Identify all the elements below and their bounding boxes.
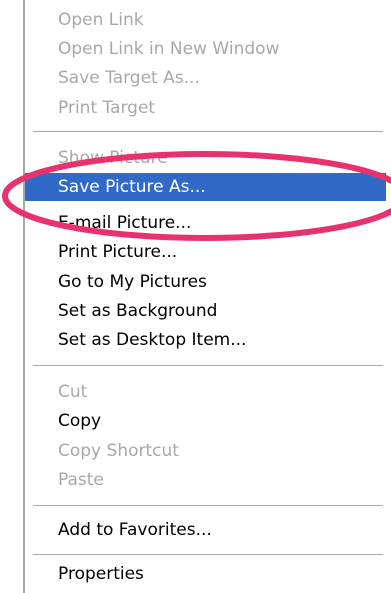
- menu-item-save-picture-as[interactable]: Save Picture As...: [25, 173, 386, 201]
- menu-item-open-link[interactable]: Open Link: [25, 6, 391, 34]
- menu-item-set-as-desktop-item[interactable]: Set as Desktop Item...: [25, 326, 391, 354]
- menu-item-paste[interactable]: Paste: [25, 466, 391, 494]
- menu-item-properties[interactable]: Properties: [25, 560, 391, 588]
- menu-item-print-target[interactable]: Print Target: [25, 94, 391, 122]
- menu-item-copy[interactable]: Copy: [25, 407, 391, 435]
- menu-item-open-link-new-window[interactable]: Open Link in New Window: [25, 35, 391, 63]
- menu-separator: [33, 131, 383, 133]
- menu-item-save-target-as[interactable]: Save Target As...: [25, 64, 391, 92]
- menu-separator: [33, 365, 383, 367]
- menu-item-set-as-background[interactable]: Set as Background: [25, 297, 391, 325]
- menu-item-copy-shortcut[interactable]: Copy Shortcut: [25, 437, 391, 465]
- menu-item-email-picture[interactable]: E-mail Picture...: [25, 209, 391, 237]
- menu-item-print-picture[interactable]: Print Picture...: [25, 238, 391, 266]
- menu-separator: [33, 505, 383, 507]
- menu-item-go-to-my-pictures[interactable]: Go to My Pictures: [25, 268, 391, 296]
- menu-item-add-to-favorites[interactable]: Add to Favorites...: [25, 516, 391, 544]
- menu-item-cut[interactable]: Cut: [25, 378, 391, 406]
- menu-item-show-picture[interactable]: Show Picture: [25, 144, 391, 172]
- context-menu: Open Link Open Link in New Window Save T…: [25, 0, 391, 593]
- menu-separator: [33, 554, 383, 556]
